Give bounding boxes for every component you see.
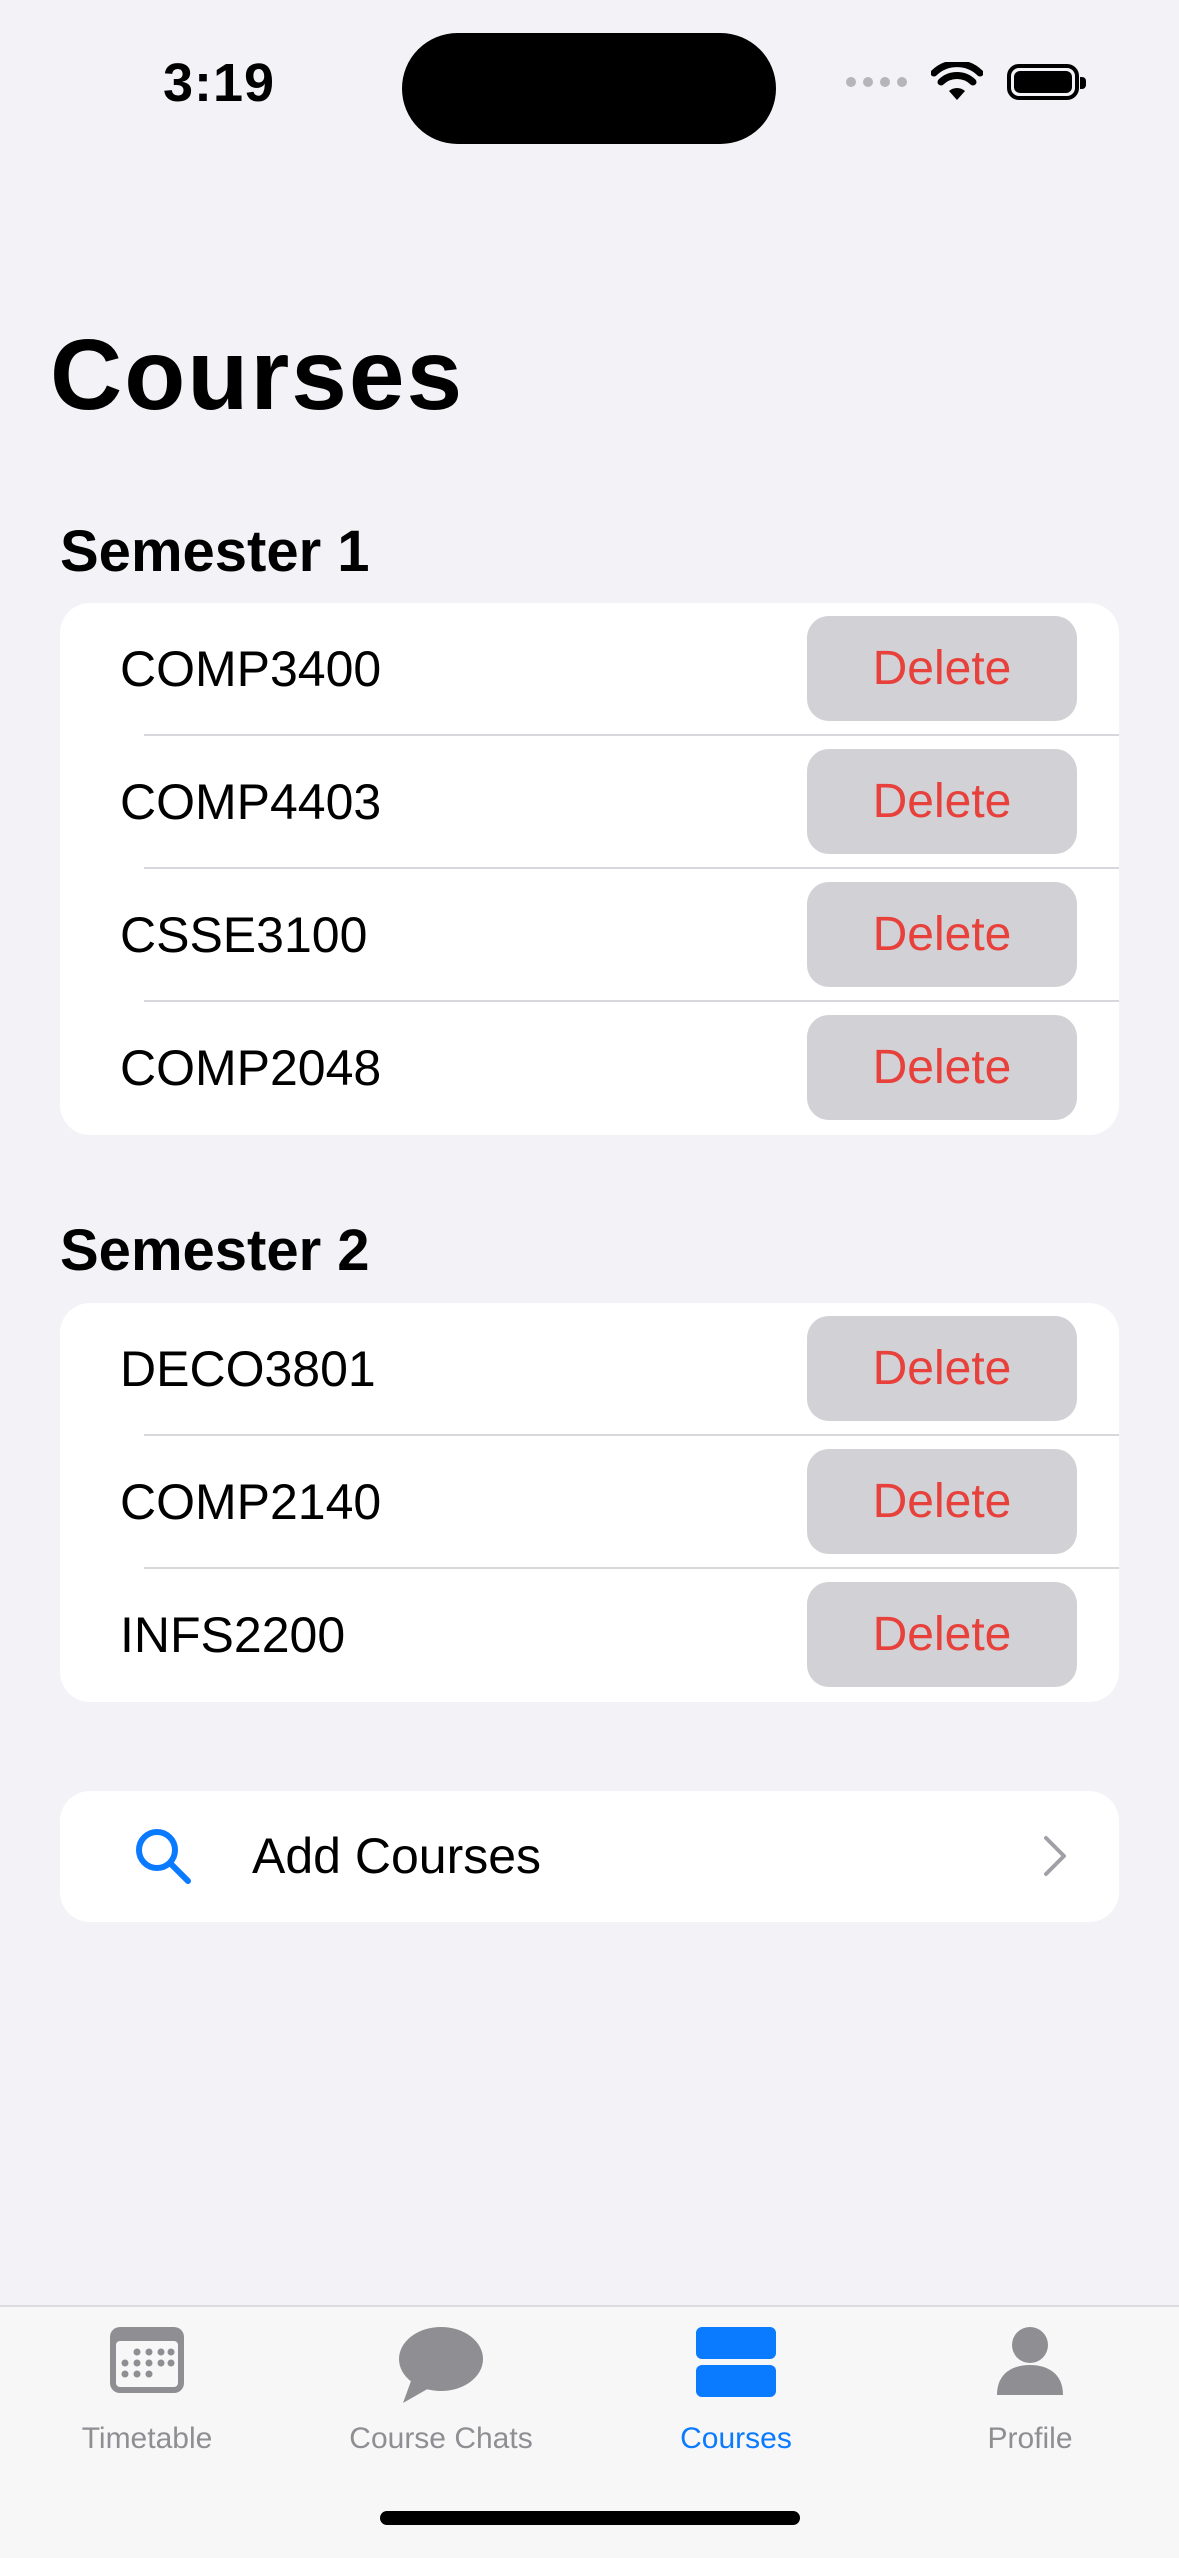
list-item: COMP3400 Delete [60, 603, 1119, 736]
course-code: COMP4403 [120, 774, 382, 830]
add-courses-button[interactable]: Add Courses [60, 1791, 1119, 1922]
tab-courses[interactable]: Courses [589, 2307, 883, 2477]
course-list-semester-1: COMP3400 Delete COMP4403 Delete CSSE3100… [60, 603, 1119, 1135]
tab-timetable[interactable]: Timetable [0, 2307, 294, 2477]
page-title: Courses [50, 319, 465, 431]
person-icon [997, 2327, 1063, 2395]
course-code: CSSE3100 [120, 907, 368, 963]
home-indicator[interactable] [380, 2511, 800, 2525]
tab-label: Profile [987, 2422, 1073, 2455]
course-code: DECO3801 [120, 1341, 376, 1397]
delete-button[interactable]: Delete [807, 1582, 1077, 1687]
delete-button[interactable]: Delete [807, 616, 1077, 721]
tab-label: Course Chats [349, 2422, 533, 2455]
status-icons [846, 62, 1086, 102]
chevron-right-icon [1044, 1836, 1066, 1876]
list-item: CSSE3100 Delete [60, 869, 1119, 1002]
tab-profile[interactable]: Profile [883, 2307, 1177, 2477]
list-item: COMP2048 Delete [60, 1002, 1119, 1135]
dynamic-island [402, 33, 776, 144]
list-item: COMP4403 Delete [60, 736, 1119, 869]
add-courses-label: Add Courses [252, 1828, 542, 1884]
course-code: INFS2200 [120, 1607, 346, 1663]
wifi-icon [931, 62, 983, 100]
delete-button[interactable]: Delete [807, 1316, 1077, 1421]
delete-button[interactable]: Delete [807, 1015, 1077, 1120]
delete-button[interactable]: Delete [807, 882, 1077, 987]
section-title-semester-2: Semester 2 [60, 1218, 370, 1283]
course-code: COMP2140 [120, 1474, 382, 1530]
search-icon [136, 1829, 191, 1884]
course-code: COMP3400 [120, 641, 382, 697]
section-title-semester-1: Semester 1 [60, 519, 370, 584]
tab-course-chats[interactable]: Course Chats [294, 2307, 588, 2477]
list-item: INFS2200 Delete [60, 1569, 1119, 1702]
status-time: 3:19 [163, 53, 276, 113]
course-code: COMP2048 [120, 1040, 382, 1096]
cellular-signal-icon [846, 77, 907, 87]
delete-button[interactable]: Delete [807, 749, 1077, 854]
courses-stack-icon [696, 2327, 776, 2397]
tab-label: Timetable [81, 2422, 213, 2455]
list-item: DECO3801 Delete [60, 1303, 1119, 1436]
battery-icon [1007, 64, 1086, 100]
calendar-icon [110, 2327, 184, 2393]
tab-label: Courses [680, 2422, 792, 2455]
course-list-semester-2: DECO3801 Delete COMP2140 Delete INFS2200… [60, 1303, 1119, 1702]
delete-button[interactable]: Delete [807, 1449, 1077, 1554]
list-item: COMP2140 Delete [60, 1436, 1119, 1569]
chat-bubble-icon [399, 2327, 483, 2403]
